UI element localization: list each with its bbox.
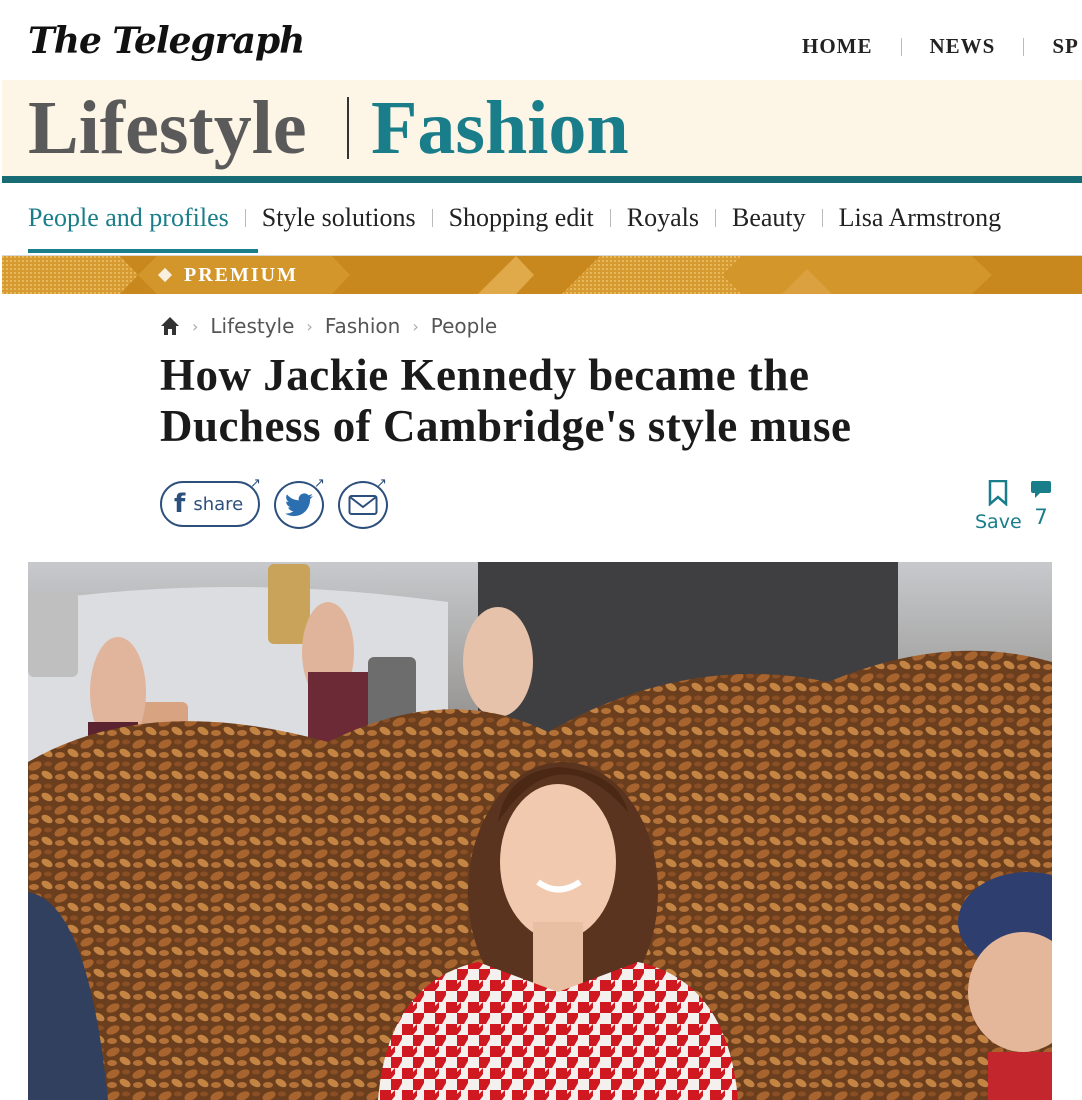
bookmark-icon: [989, 479, 1008, 507]
sub-nav: People and profiles Style solutions Shop…: [2, 183, 1082, 257]
topnav-home[interactable]: HOME: [802, 34, 873, 59]
subnav-active-indicator: [28, 249, 258, 253]
top-bar: The Telegraph HOME NEWS SP: [0, 0, 1082, 80]
subnav-lisa-armstrong[interactable]: Lisa Armstrong: [839, 203, 1002, 233]
topnav-separator: [1023, 37, 1025, 56]
subnav-beauty[interactable]: Beauty: [732, 203, 806, 233]
subnav-separator: [244, 209, 246, 227]
hero-photo: [28, 562, 1052, 1100]
twitter-icon: [285, 493, 313, 517]
section-rule: [2, 176, 1082, 183]
facebook-share-label: share: [193, 493, 244, 515]
subnav-separator: [609, 209, 611, 227]
home-icon[interactable]: [160, 316, 180, 336]
external-link-icon: ↗: [250, 476, 261, 491]
comment-icon: [1031, 481, 1051, 498]
subnav-people-and-profiles[interactable]: People and profiles: [28, 203, 229, 233]
comments-button[interactable]: 7: [1030, 480, 1052, 529]
external-link-icon: ↗: [314, 476, 325, 491]
save-button[interactable]: Save: [975, 479, 1022, 533]
top-nav: HOME NEWS SP: [802, 34, 1079, 59]
subnav-shopping-edit[interactable]: Shopping edit: [449, 203, 594, 233]
topnav-news[interactable]: NEWS: [930, 34, 996, 59]
save-label: Save: [975, 511, 1022, 533]
breadcrumb-fashion[interactable]: Fashion: [325, 314, 401, 338]
headline-line-1: How Jackie Kennedy became the: [160, 350, 810, 400]
chevron-right-icon: ›: [192, 316, 199, 336]
article-headline: How Jackie Kennedy became the Duchess of…: [160, 350, 1020, 452]
section-divider: [347, 97, 349, 159]
facebook-share-button[interactable]: f share: [160, 481, 260, 527]
subnav-royals[interactable]: Royals: [627, 203, 699, 233]
chevron-right-icon: ›: [412, 316, 419, 336]
comment-count: 7: [1034, 505, 1048, 529]
diamond-icon: [157, 267, 173, 283]
subnav-style-solutions[interactable]: Style solutions: [262, 203, 416, 233]
premium-banner: PREMIUM: [2, 256, 1082, 294]
telegraph-logo[interactable]: The Telegraph: [28, 20, 305, 62]
chevron-right-icon: ›: [306, 316, 313, 336]
subnav-separator: [715, 209, 716, 227]
topnav-sport[interactable]: SP: [1052, 34, 1079, 59]
breadcrumb-lifestyle[interactable]: Lifestyle: [210, 314, 294, 338]
breadcrumb: › Lifestyle › Fashion › People: [160, 314, 497, 338]
article-hero-image[interactable]: [28, 562, 1052, 1100]
topnav-separator: [900, 37, 902, 56]
breadcrumb-people[interactable]: People: [431, 314, 497, 338]
external-link-icon: ↗: [376, 476, 387, 491]
section-title-lifestyle[interactable]: Lifestyle: [28, 80, 307, 176]
headline-line-2: Duchess of Cambridge's style muse: [160, 401, 852, 451]
subnav-separator: [431, 209, 433, 227]
premium-label: PREMIUM: [157, 256, 298, 294]
facebook-icon: f: [174, 489, 186, 519]
email-icon: [348, 495, 378, 515]
section-title-fashion[interactable]: Fashion: [371, 80, 629, 176]
subnav-separator: [821, 209, 823, 227]
premium-text: PREMIUM: [184, 263, 298, 286]
